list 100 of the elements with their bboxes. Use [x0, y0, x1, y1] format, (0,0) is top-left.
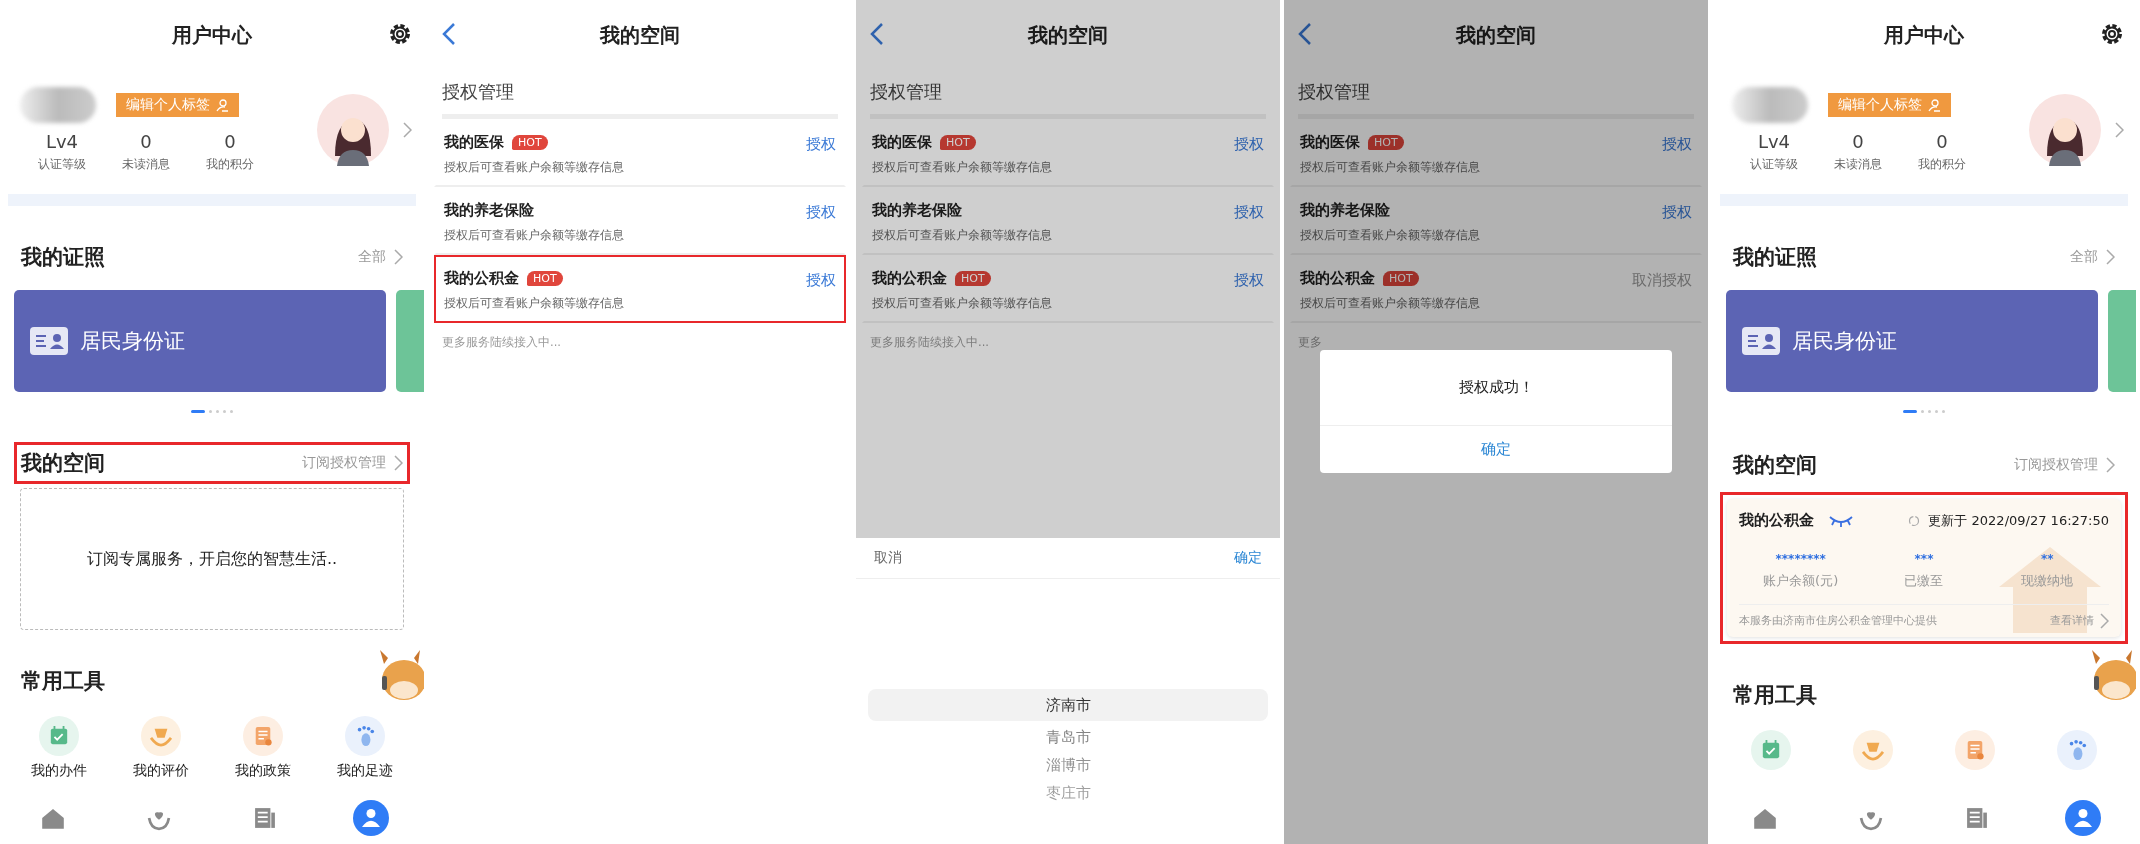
- section-title: 授权管理: [1297, 80, 1371, 104]
- service-description: 授权后可查看账户余额等缴存信息: [872, 160, 1052, 175]
- service-description: 授权后可查看账户余额等缴存信息: [444, 296, 624, 311]
- hot-badge: HOT: [940, 135, 976, 150]
- picker-option[interactable]: 济南市: [868, 689, 1268, 721]
- provider-note: 本服务由济南市住房公积金管理中心提供: [1739, 614, 1937, 628]
- stat-label: 我的积分: [206, 156, 254, 173]
- footprint-icon[interactable]: [2057, 730, 2097, 770]
- footer-note: 更多服务陆续接入中...: [441, 334, 562, 351]
- authorize-button[interactable]: 授权: [806, 271, 836, 290]
- footprint-icon[interactable]: [345, 716, 385, 756]
- page-title: 我的空间: [600, 21, 680, 49]
- confirm-button[interactable]: 确定: [1461, 426, 1531, 473]
- person-edit-icon: [216, 98, 229, 112]
- calendar-icon[interactable]: [39, 716, 79, 756]
- authorize-button[interactable]: 授权: [1662, 135, 1692, 154]
- dialog-message: 授权成功！: [1320, 350, 1672, 426]
- more-link[interactable]: 全部: [2070, 248, 2115, 266]
- authorize-button[interactable]: 取消授权: [1632, 271, 1692, 290]
- service-name: 我的养老保险: [1300, 201, 1390, 220]
- stat-label: 现缴纳地: [2021, 572, 2074, 590]
- authorize-button[interactable]: 授权: [806, 135, 836, 154]
- chevron-icon: [2106, 249, 2115, 265]
- user-icon[interactable]: [353, 800, 389, 836]
- certificate-card[interactable]: 居民身份证: [14, 290, 386, 392]
- authorize-button[interactable]: 授权: [1662, 203, 1692, 222]
- cancel-button[interactable]: 取消: [868, 548, 908, 568]
- tool-label[interactable]: 我的政策: [235, 762, 291, 780]
- hot-badge: HOT: [1383, 271, 1419, 286]
- section-title: 常用工具: [21, 668, 105, 695]
- stat-value: 0: [1852, 131, 1864, 152]
- section-title: 我的证照: [21, 244, 105, 271]
- fund-card[interactable]: 我的公积金 更新于 2022/09/27 16:27:50 ******** 账户余额(元) *** 已缴至 ** 现缴纳地 本服务由济南市住房公积金管理中心提供 查看详情: [1727, 499, 2121, 637]
- id-card-icon: [30, 327, 68, 355]
- hot-badge: HOT: [512, 135, 548, 150]
- certificate-card[interactable]: 居民身份证: [1726, 290, 2098, 392]
- stat-label: 认证等级: [1750, 156, 1798, 173]
- page-title: 用户中心: [1884, 21, 1964, 49]
- stat-label: 我的积分: [1918, 156, 1966, 173]
- stat-label: 已缴至: [1904, 572, 1944, 590]
- back-icon[interactable]: [1298, 22, 1312, 46]
- picker-option[interactable]: 青岛市: [1045, 723, 1091, 751]
- service-description: 授权后可查看账户余额等缴存信息: [1300, 160, 1480, 175]
- section-title: 授权管理: [869, 80, 943, 104]
- edit-tag-button[interactable]: 编辑个人标签: [1828, 93, 1951, 117]
- chevron-icon: [403, 122, 412, 138]
- user-icon[interactable]: [2065, 800, 2101, 836]
- back-icon[interactable]: [870, 22, 884, 46]
- section-title: 我的空间: [1733, 452, 1817, 479]
- empty-placeholder[interactable]: 订阅专属服务，开启您的智慧生活..: [20, 488, 404, 630]
- picker-option[interactable]: 枣庄市: [1045, 779, 1091, 807]
- footer-note: 更多: [1297, 334, 1323, 351]
- document-icon[interactable]: [243, 716, 283, 756]
- service-description: 授权后可查看账户余额等缴存信息: [444, 160, 624, 175]
- service-name: 我的公积金: [1300, 269, 1375, 288]
- avatar[interactable]: [317, 94, 389, 166]
- stat-value: 0: [140, 131, 152, 152]
- tool-label[interactable]: 我的办件: [31, 762, 87, 780]
- document-icon[interactable]: [1955, 730, 1995, 770]
- card-title: 我的公积金: [1739, 511, 1814, 530]
- service-description: 授权后可查看账户余额等缴存信息: [872, 228, 1052, 243]
- hot-badge: HOT: [955, 271, 991, 286]
- edit-tag-button[interactable]: 编辑个人标签: [116, 93, 239, 117]
- details-link[interactable]: 查看详情: [2050, 613, 2109, 629]
- tool-label[interactable]: 我的评价: [133, 762, 189, 780]
- chevron-icon: [394, 249, 403, 265]
- authorize-button[interactable]: 授权: [806, 203, 836, 222]
- chevron-icon: [2106, 457, 2115, 473]
- more-link[interactable]: 订阅授权管理: [2014, 456, 2115, 474]
- avatar[interactable]: [2029, 94, 2101, 166]
- stat-value: Lv4: [45, 131, 79, 152]
- section-title: 我的空间: [21, 450, 105, 477]
- back-icon[interactable]: [442, 22, 456, 46]
- more-link[interactable]: 全部: [358, 248, 403, 266]
- picker-option[interactable]: 淄博市: [1045, 751, 1091, 779]
- authorize-button[interactable]: 授权: [1234, 271, 1264, 290]
- card-label: 居民身份证: [1792, 328, 1897, 355]
- service-name: 我的公积金: [444, 269, 519, 288]
- masked-value: ********: [1775, 552, 1826, 566]
- eye-closed-icon[interactable]: [1828, 514, 1854, 527]
- page-title: 我的空间: [1028, 21, 1108, 49]
- stat-label: 未读消息: [1834, 156, 1882, 173]
- chevron-icon: [2115, 122, 2124, 138]
- confirm-button[interactable]: 确定: [1228, 548, 1268, 568]
- authorize-button[interactable]: 授权: [1234, 203, 1264, 222]
- stat-value: Lv4: [1757, 131, 1791, 152]
- masked-value: ***: [1914, 552, 1934, 566]
- tool-label[interactable]: 我的足迹: [337, 762, 393, 780]
- chevron-icon: [2100, 613, 2109, 629]
- service-description: 授权后可查看账户余额等缴存信息: [1300, 228, 1480, 243]
- service-name: 我的医保: [872, 133, 932, 152]
- calendar-icon[interactable]: [1751, 730, 1791, 770]
- section-title: 我的证照: [1733, 244, 1817, 271]
- stat-value: 0: [1936, 131, 1948, 152]
- section-title: 常用工具: [1733, 682, 1817, 709]
- refresh-icon[interactable]: [1908, 514, 1921, 527]
- stat-label: 认证等级: [38, 156, 86, 173]
- authorize-button[interactable]: 授权: [1234, 135, 1264, 154]
- person-edit-icon: [1928, 98, 1941, 112]
- more-link[interactable]: 订阅授权管理: [302, 454, 403, 472]
